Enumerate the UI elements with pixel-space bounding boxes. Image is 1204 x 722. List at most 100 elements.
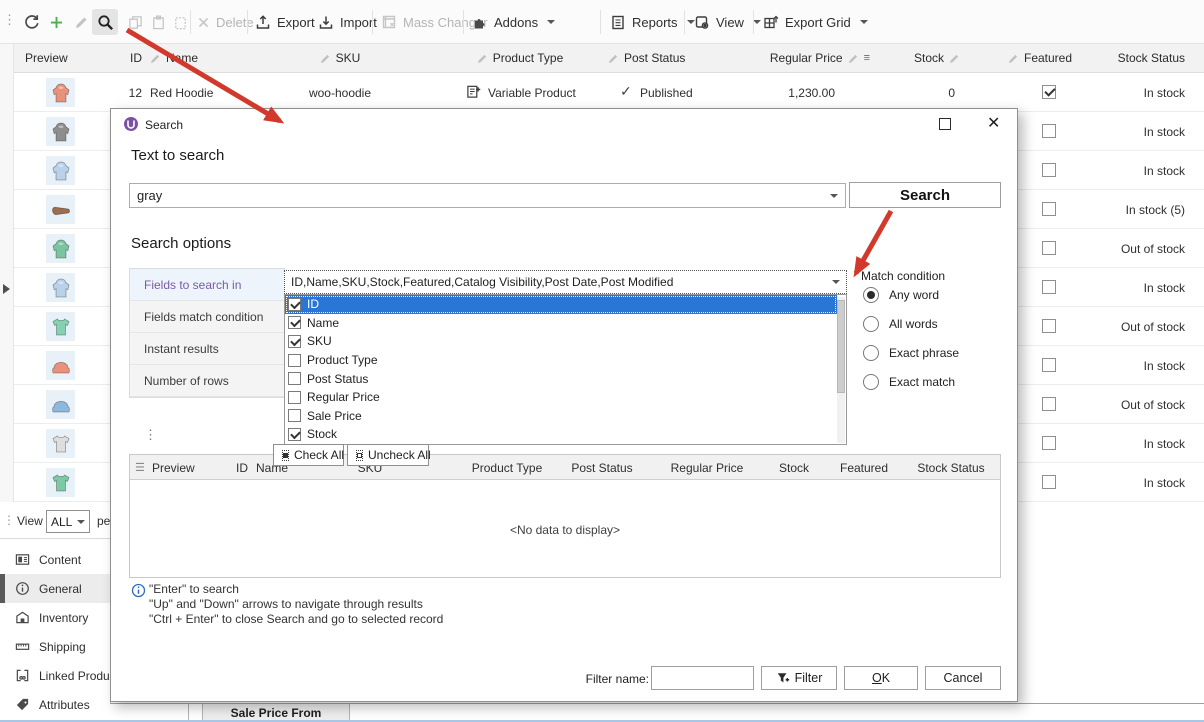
view-label: View xyxy=(17,514,43,528)
search-text-input[interactable]: gray xyxy=(129,183,846,208)
featured-checkbox[interactable] xyxy=(1042,163,1056,177)
listbox-scrollbar[interactable] xyxy=(837,297,845,443)
tab-shipping[interactable]: Shipping xyxy=(0,632,110,661)
close-icon[interactable]: ✕ xyxy=(987,113,1000,133)
grip-icon: ⋮ xyxy=(144,427,157,443)
hoodie-thumb-icon xyxy=(49,237,73,261)
featured-checkbox[interactable] xyxy=(1042,241,1056,255)
reports-button[interactable]: Reports xyxy=(610,9,695,35)
variable-product-icon xyxy=(466,84,481,99)
option-row[interactable]: Fields to search in xyxy=(130,269,284,301)
column-name[interactable]: Name xyxy=(150,51,198,65)
view-page-size-select[interactable]: ALL xyxy=(46,510,90,533)
column-preview[interactable]: Preview xyxy=(25,51,68,65)
radio-icon[interactable] xyxy=(863,287,879,303)
results-column-header[interactable]: Stock Status xyxy=(902,461,1000,475)
delete-button[interactable]: Delete xyxy=(197,9,254,35)
column-sku[interactable]: SKU xyxy=(270,51,410,65)
option-row[interactable]: Instant results xyxy=(130,333,284,365)
field-checkbox[interactable] xyxy=(288,391,301,404)
results-column-header[interactable]: Featured xyxy=(824,461,904,475)
check-all-button[interactable]: Check All xyxy=(273,444,344,466)
radio-icon[interactable] xyxy=(863,316,879,332)
field-list-item[interactable]: Regular Price xyxy=(285,388,846,407)
export-grid-button[interactable]: Export Grid xyxy=(763,9,868,35)
featured-checkbox[interactable] xyxy=(1042,124,1056,138)
beanie-thumb-icon xyxy=(49,393,73,417)
featured-checkbox[interactable] xyxy=(1042,397,1056,411)
field-checkbox[interactable] xyxy=(288,298,301,311)
radio-icon[interactable] xyxy=(863,374,879,390)
tag-icon xyxy=(15,697,30,712)
field-checkbox[interactable] xyxy=(288,316,301,329)
results-column-header[interactable]: ID xyxy=(214,461,248,475)
refresh-button[interactable] xyxy=(18,9,44,35)
field-list-item[interactable]: ID xyxy=(285,295,837,314)
featured-checkbox[interactable] xyxy=(1042,319,1056,333)
uncheck-all-button[interactable]: Uncheck All xyxy=(347,444,429,466)
search-button[interactable] xyxy=(92,9,118,35)
field-list-item[interactable]: Post Status xyxy=(285,369,846,388)
field-list-item[interactable]: SKU xyxy=(285,332,846,351)
cancel-button[interactable]: Cancel xyxy=(925,666,1001,690)
field-checkbox[interactable] xyxy=(288,354,301,367)
export-button[interactable]: Export xyxy=(255,9,315,35)
featured-checkbox[interactable] xyxy=(1042,475,1056,489)
field-checkbox[interactable] xyxy=(288,335,301,348)
field-list-item[interactable]: Stock xyxy=(285,425,846,444)
field-checkbox[interactable] xyxy=(288,409,301,422)
column-id[interactable]: ID xyxy=(122,51,142,65)
filter-name-input[interactable] xyxy=(651,666,754,690)
featured-checkbox[interactable] xyxy=(1042,436,1056,450)
fields-to-search-combo[interactable]: ID,Name,SKU,Stock,Featured,Catalog Visib… xyxy=(284,270,847,294)
column-stock-status[interactable]: Stock Status xyxy=(1085,51,1185,65)
results-column-header[interactable]: Stock xyxy=(754,461,834,475)
tab-content[interactable]: Content xyxy=(0,545,110,574)
field-list-item[interactable]: Name xyxy=(285,314,846,333)
field-list-item[interactable]: Sale Price xyxy=(285,407,846,426)
tab-linked-products[interactable]: Linked Products xyxy=(0,661,110,690)
column-product-type[interactable]: Product Type xyxy=(440,51,600,65)
match-option-exact-match[interactable]: Exact match xyxy=(863,374,955,390)
column-featured[interactable]: Featured xyxy=(985,51,1095,65)
add-button[interactable] xyxy=(43,9,69,35)
import-button[interactable]: Import xyxy=(318,9,377,35)
tab-attributes[interactable]: Attributes xyxy=(0,690,110,719)
option-row[interactable]: Number of rows xyxy=(130,365,284,397)
field-checkbox[interactable] xyxy=(288,428,301,441)
results-column-header[interactable]: Post Status xyxy=(542,461,662,475)
column-chooser-icon[interactable]: ☰ xyxy=(135,461,145,474)
edit-button[interactable] xyxy=(68,9,94,35)
tab-general[interactable]: General xyxy=(0,574,110,603)
column-stock[interactable]: Stock xyxy=(850,51,960,65)
results-column-header[interactable]: Preview xyxy=(152,461,198,475)
toolbar-separator xyxy=(753,10,754,34)
dialog-titlebar[interactable]: Search ✕ xyxy=(111,109,1017,139)
row1-id: 12 xyxy=(110,86,142,100)
stock-status-value: In stock xyxy=(1080,476,1185,490)
toolbar-separator xyxy=(247,10,248,34)
featured-checkbox[interactable] xyxy=(1042,202,1056,216)
match-option-all-words[interactable]: All words xyxy=(863,316,938,332)
column-regular-price[interactable]: Regular Price ≡ xyxy=(660,51,870,65)
maximize-button[interactable] xyxy=(939,118,951,130)
results-grid-header: ☰ Preview ID Name SKU Product Type Post … xyxy=(130,455,1000,480)
featured-checkbox[interactable] xyxy=(1042,358,1056,372)
uncheck-all-icon xyxy=(356,450,363,461)
featured-checkbox[interactable] xyxy=(1042,280,1056,294)
product-thumbnail xyxy=(46,312,75,341)
ok-button[interactable]: OK xyxy=(844,666,918,690)
match-option-any-word[interactable]: Any word xyxy=(863,287,939,303)
radio-icon[interactable] xyxy=(863,345,879,361)
scrollbar-thumb[interactable] xyxy=(837,300,845,393)
field-list-item[interactable]: Product Type xyxy=(285,351,846,370)
tab-inventory[interactable]: Inventory xyxy=(0,603,110,632)
match-option-exact-phrase[interactable]: Exact phrase xyxy=(863,345,959,361)
option-row[interactable]: Fields match condition xyxy=(130,301,284,333)
addons-button[interactable]: Addons xyxy=(472,9,555,35)
results-column-header[interactable]: Regular Price xyxy=(647,461,767,475)
filter-button[interactable]: Filter xyxy=(761,666,837,690)
search-submit-button[interactable]: Search xyxy=(849,182,1001,208)
field-checkbox[interactable] xyxy=(288,372,301,385)
view-button[interactable]: View xyxy=(694,9,761,35)
